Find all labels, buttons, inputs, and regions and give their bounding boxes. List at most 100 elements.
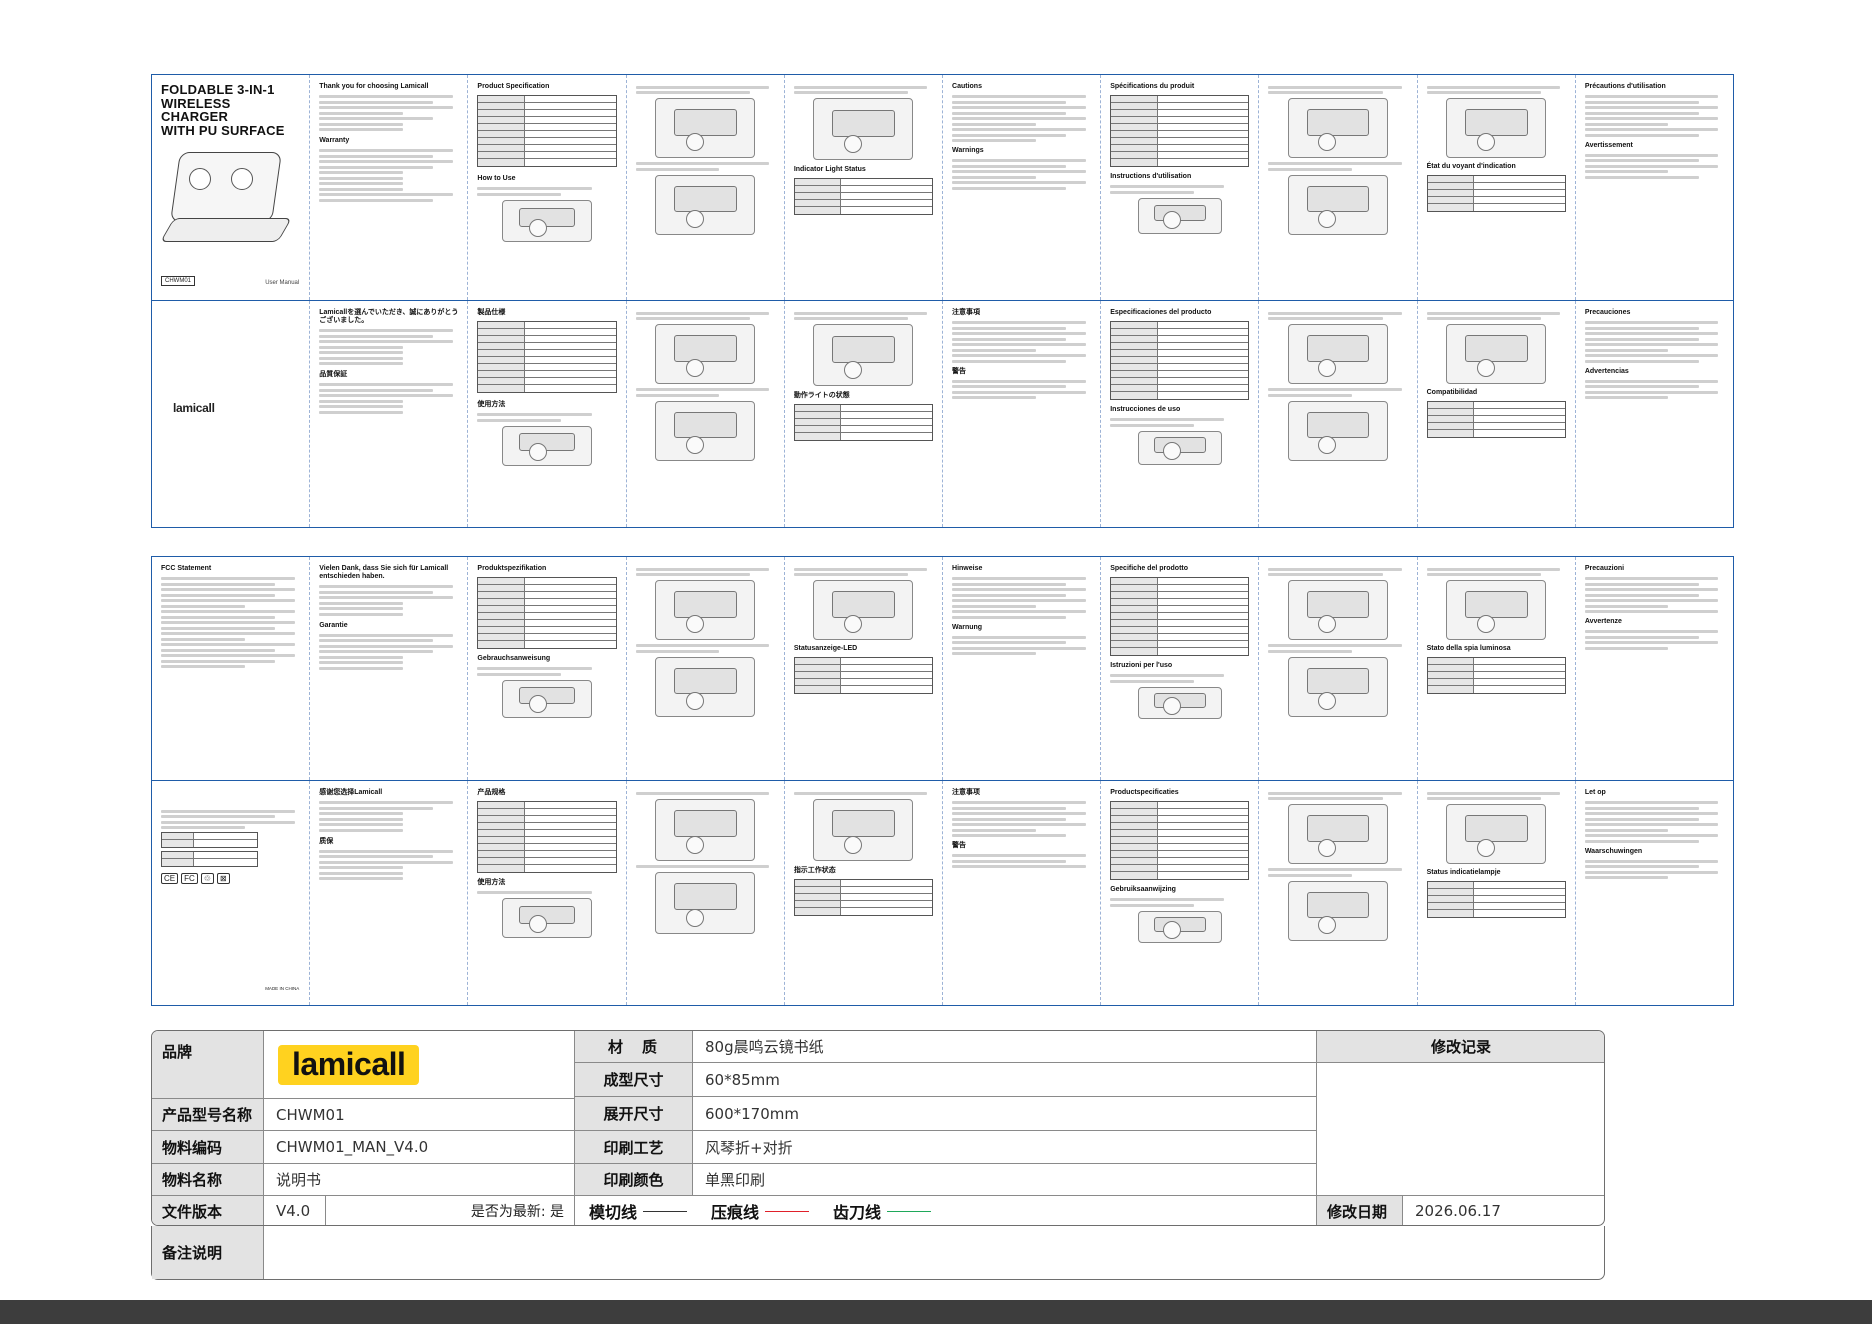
en-step-panel-2: Indicator Light Status	[785, 75, 944, 300]
nl-attention-heading: Let op	[1584, 789, 1606, 796]
it-precautions-heading: Precauzioni	[1584, 565, 1625, 572]
de-warranty-heading: Garantie	[319, 621, 348, 629]
ja-intro-panel: Lamicallを選んでいただき、誠にありがとうございました。 品質保証	[310, 301, 469, 527]
manual-row-chinese-dutch: CE FC ♲ ⊠ MADE IN CHINA 感谢您选择Lamicall 质保…	[152, 781, 1733, 1005]
compliance-panel: CE FC ♲ ⊠ MADE IN CHINA	[152, 781, 311, 1005]
nl-spec-heading: Productspecificaties	[1110, 789, 1179, 796]
it-precautions-panel: Precauzioni Avvertenze	[1576, 557, 1733, 780]
material-value: 80g晨鸣云镜书纸	[693, 1031, 1317, 1063]
cover-title-line1: FOLDABLE 3-IN-1	[161, 82, 275, 97]
certification-marks: CE FC ♲ ⊠	[161, 873, 300, 884]
fcc-heading: FCC Statement	[161, 565, 212, 572]
revision-label: 修改记录	[1317, 1031, 1604, 1063]
it-usage-heading: Istruzioni per l'uso	[1110, 662, 1173, 670]
zh-notes-heading: 注意事项	[952, 789, 981, 796]
fcc-mark-icon: FC	[181, 873, 198, 884]
rohs-mark-icon: ♲	[200, 873, 214, 884]
fr-instructions-heading: Instructions d'utilisation	[1110, 173, 1192, 181]
ja-notes-panel: 注意事項 警告	[943, 301, 1102, 527]
en-spec-heading: Product Specification	[477, 83, 550, 90]
de-thanks-heading: Vielen Dank, dass Sie sich für Lamicall …	[319, 565, 449, 581]
zh-spec-heading: 产品规格	[477, 789, 506, 796]
ja-step-panel-2: 動作ライトの状態	[785, 301, 944, 527]
unfold-label: 展开尺寸	[575, 1097, 693, 1131]
crease-line-swatch	[765, 1210, 810, 1212]
charger-illustration	[160, 146, 292, 246]
ja-warning-heading: 警告	[952, 367, 967, 375]
it-step-panel-1	[1259, 557, 1418, 780]
fr-step-panel-2: État du voyant d'indication	[1418, 75, 1576, 300]
es-spec-heading: Especificaciones del producto	[1110, 309, 1212, 316]
de-usage-heading: Gebrauchsanweisung	[477, 655, 551, 663]
brand-label: 品牌	[152, 1031, 264, 1099]
de-spec-panel: Produktspezifikation Gebrauchsanweisung	[468, 557, 627, 780]
nl-usage-heading: Gebruiksaanwijzing	[1110, 886, 1176, 894]
it-warning-heading: Avvertenze	[1584, 618, 1622, 626]
ja-spec-heading: 製品仕様	[477, 309, 506, 316]
print-spec-table: 品牌 lamicall 产品型号名称 CHWM01 物料编码 CHWM01_MA…	[151, 1030, 1605, 1226]
es-precautions-panel: Precauciones Advertencias	[1576, 301, 1733, 527]
ce-mark-icon: CE	[161, 873, 179, 884]
back-logo-panel: lamicall	[152, 301, 311, 527]
fr-indicator-heading: État du voyant d'indication	[1426, 163, 1516, 170]
version-label: 文件版本	[152, 1196, 264, 1225]
code-label: 物料编码	[152, 1131, 264, 1164]
cut-line-label: 模切线	[589, 1203, 638, 1222]
es-step-panel-1	[1259, 301, 1418, 527]
en-cautions-heading: Cautions	[952, 83, 982, 90]
date-value: 2026.06.17	[1403, 1196, 1604, 1225]
perforation-line-swatch	[887, 1210, 932, 1212]
en-spec-panel: Product Specification How to Use	[468, 75, 627, 300]
en-indicator-heading: Indicator Light Status	[793, 166, 866, 173]
code-value: CHWM01_MAN_V4.0	[264, 1131, 575, 1164]
color-label: 印刷颜色	[575, 1164, 693, 1196]
es-instructions-heading: Instrucciones de uso	[1110, 406, 1181, 414]
es-precautions-heading: Precauciones	[1584, 309, 1631, 316]
made-in-china: MADE IN CHINA	[265, 986, 300, 991]
note-row: 备注说明	[151, 1226, 1605, 1280]
cover-title-line2: WIRELESS CHARGER	[161, 95, 231, 125]
note-label: 备注说明	[152, 1226, 264, 1279]
size-label: 成型尺寸	[575, 1063, 693, 1097]
ja-spec-panel: 製品仕様 使用方法	[468, 301, 627, 527]
ja-step-panel-1	[627, 301, 785, 527]
de-warning-heading: Warnung	[952, 623, 983, 631]
fr-precautions-panel: Précautions d'utilisation Avertissement	[1576, 75, 1733, 300]
zh-light-heading: 指示工作状态	[793, 866, 836, 874]
ja-usage-heading: 使用方法	[477, 401, 506, 409]
weee-bin-icon: ⊠	[216, 873, 230, 884]
material-label: 材 质	[575, 1031, 693, 1063]
nl-status-heading: Status indicatielampje	[1426, 869, 1501, 876]
de-hints-heading: Hinweise	[952, 565, 983, 572]
latest-flag: 是否为最新: 是	[470, 1204, 564, 1220]
en-warnings-heading: Warnings	[952, 147, 984, 155]
ja-thanks-heading: Lamicallを選んでいただき、誠にありがとうございました。	[319, 309, 459, 325]
es-step-panel-2: Compatibilidad	[1418, 301, 1576, 527]
cover-doc-type: User Manual	[265, 280, 300, 286]
de-status-heading: Statusanzeige-LED	[793, 645, 858, 652]
fr-spec-heading: Spécifications du produit	[1110, 83, 1195, 90]
craft-value: 风琴折+对折	[693, 1131, 1317, 1164]
date-label: 修改日期	[1317, 1196, 1403, 1225]
fr-warning-heading: Avertissement	[1584, 141, 1633, 149]
back-brand-logo: lamicall	[173, 401, 215, 415]
it-status-heading: Stato della spia luminosa	[1426, 645, 1511, 652]
name-label: 物料名称	[152, 1164, 264, 1196]
ja-warranty-heading: 品質保証	[319, 371, 348, 379]
it-spec-panel: Specifiche del prodotto Istruzioni per l…	[1101, 557, 1260, 780]
de-intro-panel: Vielen Dank, dass Sie sich für Lamicall …	[310, 557, 469, 780]
de-step-panel-2: Statusanzeige-LED	[785, 557, 944, 780]
zh-warning-heading: 警告	[952, 842, 967, 850]
es-spec-panel: Especificaciones del producto Instruccio…	[1101, 301, 1260, 527]
version-value: V4.0	[264, 1196, 326, 1225]
zh-spec-panel: 产品规格 使用方法	[468, 781, 627, 1005]
zh-notes-panel: 注意事项 警告	[943, 781, 1102, 1005]
zh-usage-heading: 使用方法	[477, 879, 506, 887]
model-label: 产品型号名称	[152, 1099, 264, 1131]
de-step-panel-1	[627, 557, 785, 780]
color-value: 单黑印刷	[693, 1164, 1317, 1196]
en-thanks-heading: Thank you for choosing Lamicall	[319, 83, 429, 90]
zh-warranty-heading: 质保	[319, 837, 334, 845]
es-warnings-heading: Advertencias	[1584, 367, 1629, 375]
zh-step-panel-2: 指示工作状态	[785, 781, 944, 1005]
